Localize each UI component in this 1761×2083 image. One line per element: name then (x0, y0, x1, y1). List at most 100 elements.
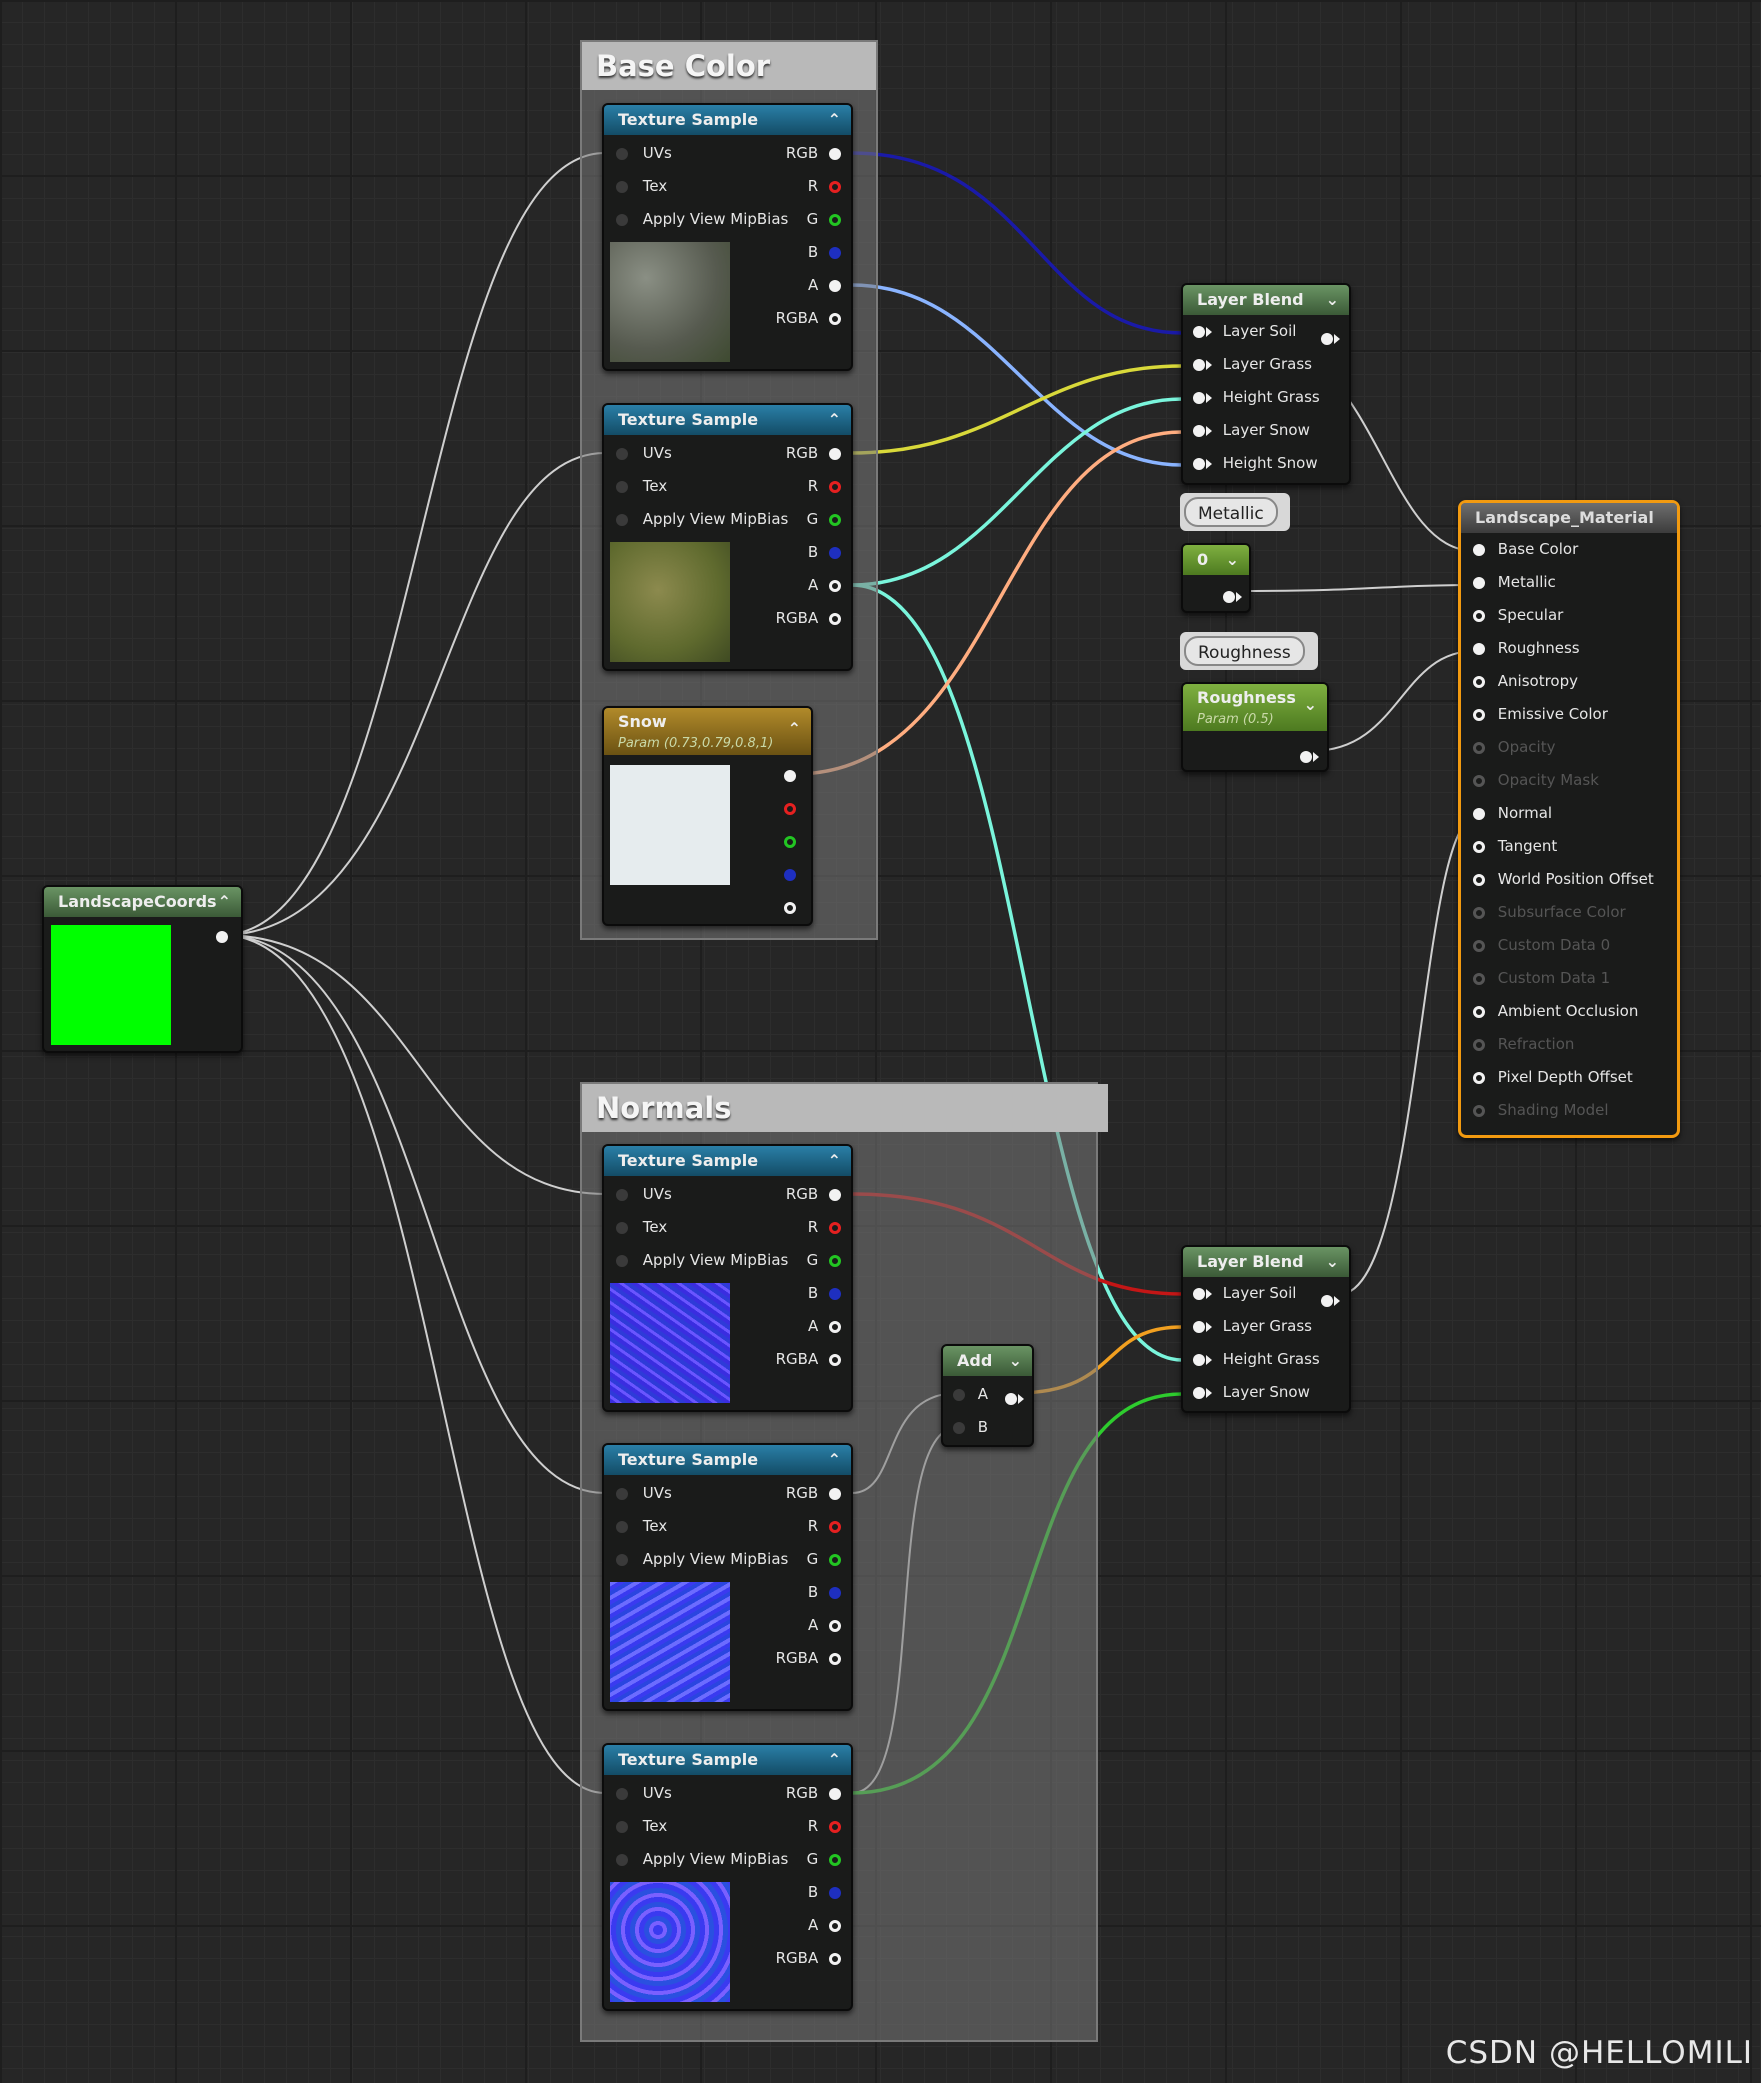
texture-input-row[interactable]: Tex (616, 1510, 667, 1543)
material-input-pin[interactable] (1473, 642, 1485, 655)
snow-b-pin[interactable] (784, 869, 796, 881)
texture-output-row[interactable]: RGBA (776, 1642, 841, 1675)
texture-output-row[interactable]: B (808, 536, 841, 569)
texture-input-pin[interactable] (616, 1853, 628, 1866)
material-input-pin[interactable] (1473, 840, 1485, 853)
material-input-row[interactable]: Ambient Occlusion (1473, 995, 1638, 1028)
texture-input-row[interactable]: UVs (616, 437, 672, 470)
texture-output-pin[interactable] (829, 279, 841, 292)
layer-blend-input-row[interactable]: Layer Grass (1193, 348, 1312, 381)
texture-sample-node[interactable]: Texture Sample ⌃ UVs Tex Apply View MipB… (602, 103, 853, 371)
texture-input-row[interactable]: Tex (616, 470, 667, 503)
layer-blend-top-node[interactable]: Layer Blend ⌄ Layer Soil Layer Grass Hei… (1181, 283, 1351, 485)
landscape-coords-output-pin[interactable] (216, 931, 228, 943)
layer-blend-input-pin[interactable] (1193, 1353, 1205, 1366)
layer-blend-top-output-pin[interactable] (1321, 328, 1340, 347)
texture-output-pin[interactable] (829, 1254, 841, 1267)
snow-a-pin[interactable] (784, 902, 796, 914)
texture-output-pin[interactable] (829, 213, 841, 226)
chevron-down-icon[interactable]: ⌄ (1304, 694, 1317, 716)
material-input-row[interactable]: Roughness (1473, 632, 1580, 665)
texture-output-pin[interactable] (829, 1820, 841, 1833)
snow-output-pin[interactable] (784, 770, 796, 782)
texture-output-row[interactable]: B (808, 1876, 841, 1909)
texture-output-pin[interactable] (829, 1619, 841, 1632)
layer-blend-bottom-output-pin[interactable] (1321, 1290, 1340, 1309)
texture-output-row[interactable]: RGBA (776, 302, 841, 335)
texture-output-pin[interactable] (829, 1553, 841, 1566)
texture-output-row[interactable]: RGB (786, 1178, 841, 1211)
layer-blend-top-header[interactable]: Layer Blend ⌄ (1183, 285, 1349, 315)
texture-input-row[interactable]: UVs (616, 1777, 672, 1810)
chevron-down-icon[interactable]: ⌄ (1226, 545, 1239, 575)
texture-output-row[interactable]: A (808, 1909, 841, 1942)
chevron-down-icon[interactable]: ⌄ (1009, 1346, 1022, 1376)
layer-blend-input-pin[interactable] (1193, 391, 1205, 404)
add-node[interactable]: Add ⌄ A B (941, 1344, 1034, 1447)
chevron-up-icon[interactable]: ⌃ (218, 887, 231, 917)
texture-input-pin[interactable] (616, 213, 628, 226)
landscape-material-header[interactable]: Landscape_Material (1461, 503, 1677, 533)
layer-blend-input-pin[interactable] (1193, 1287, 1205, 1300)
texture-output-row[interactable]: R (808, 170, 841, 203)
texture-output-pin[interactable] (829, 1320, 841, 1333)
add-a-pin[interactable] (953, 1388, 965, 1401)
texture-output-row[interactable]: RGB (786, 437, 841, 470)
material-input-pin[interactable] (1473, 675, 1485, 688)
texture-input-row[interactable]: Apply View MipBias (616, 503, 788, 536)
texture-sample-header[interactable]: Texture Sample ⌃ (604, 105, 851, 135)
texture-output-row[interactable]: A (808, 269, 841, 302)
roughness-comment-text[interactable]: Roughness (1184, 636, 1305, 666)
metallic-constant-node[interactable]: 0 ⌄ (1181, 543, 1251, 613)
texture-output-pin[interactable] (829, 1853, 841, 1866)
texture-output-row[interactable]: R (808, 1510, 841, 1543)
material-input-pin[interactable] (1473, 576, 1485, 589)
metallic-constant-value[interactable]: 0 (1197, 550, 1208, 569)
texture-output-pin[interactable] (829, 1487, 841, 1500)
texture-sample-header[interactable]: Texture Sample ⌃ (604, 405, 851, 435)
material-input-pin[interactable] (1473, 1071, 1485, 1084)
texture-input-row[interactable]: UVs (616, 1178, 672, 1211)
roughness-comment-bubble[interactable]: Roughness (1180, 632, 1318, 670)
comment-title[interactable]: Normals (582, 1084, 1108, 1132)
texture-sample-header[interactable]: Texture Sample ⌃ (604, 1445, 851, 1475)
texture-sample-header[interactable]: Texture Sample ⌃ (604, 1146, 851, 1176)
roughness-param-output-pin[interactable] (1300, 746, 1319, 765)
texture-input-row[interactable]: Tex (616, 1211, 667, 1244)
texture-sample-node[interactable]: Texture Sample ⌃ UVs Tex Apply View MipB… (602, 1743, 853, 2011)
chevron-up-icon[interactable]: ⌃ (828, 1745, 841, 1775)
metallic-comment-bubble[interactable]: Metallic (1180, 493, 1290, 531)
add-output-pin[interactable] (1005, 1388, 1024, 1407)
texture-output-row[interactable]: A (808, 1310, 841, 1343)
chevron-up-icon[interactable]: ⌃ (828, 405, 841, 435)
layer-blend-input-pin[interactable] (1193, 358, 1205, 371)
material-input-row[interactable]: Pixel Depth Offset (1473, 1061, 1633, 1094)
texture-output-pin[interactable] (829, 1952, 841, 1965)
chevron-down-icon[interactable]: ⌄ (1326, 1247, 1339, 1277)
layer-blend-input-row[interactable]: Layer Snow (1193, 414, 1310, 447)
texture-input-pin[interactable] (616, 513, 628, 526)
material-input-row[interactable]: Normal (1473, 797, 1552, 830)
texture-input-pin[interactable] (616, 447, 628, 460)
texture-output-row[interactable]: B (808, 236, 841, 269)
layer-blend-input-pin[interactable] (1193, 457, 1205, 470)
texture-input-pin[interactable] (616, 480, 628, 493)
texture-output-row[interactable]: B (808, 1576, 841, 1609)
roughness-param-header[interactable]: Roughness Param (0.5) ⌄ (1183, 684, 1327, 731)
texture-input-row[interactable]: Tex (616, 170, 667, 203)
layer-blend-bottom-header[interactable]: Layer Blend ⌄ (1183, 1247, 1349, 1277)
layer-blend-input-pin[interactable] (1193, 1320, 1205, 1333)
texture-output-pin[interactable] (829, 1886, 841, 1899)
texture-output-row[interactable]: R (808, 1211, 841, 1244)
texture-output-row[interactable]: RGB (786, 1477, 841, 1510)
roughness-param-node[interactable]: Roughness Param (0.5) ⌄ (1181, 682, 1329, 772)
texture-output-pin[interactable] (829, 513, 841, 526)
layer-blend-input-pin[interactable] (1193, 325, 1205, 338)
texture-input-pin[interactable] (616, 1820, 628, 1833)
texture-output-pin[interactable] (829, 579, 841, 592)
texture-output-pin[interactable] (829, 546, 841, 559)
layer-blend-bottom-node[interactable]: Layer Blend ⌄ Layer Soil Layer Grass Hei… (1181, 1245, 1351, 1413)
chevron-up-icon[interactable]: ⌃ (828, 105, 841, 135)
texture-output-row[interactable]: RGBA (776, 602, 841, 635)
texture-input-row[interactable]: Apply View MipBias (616, 1843, 788, 1876)
